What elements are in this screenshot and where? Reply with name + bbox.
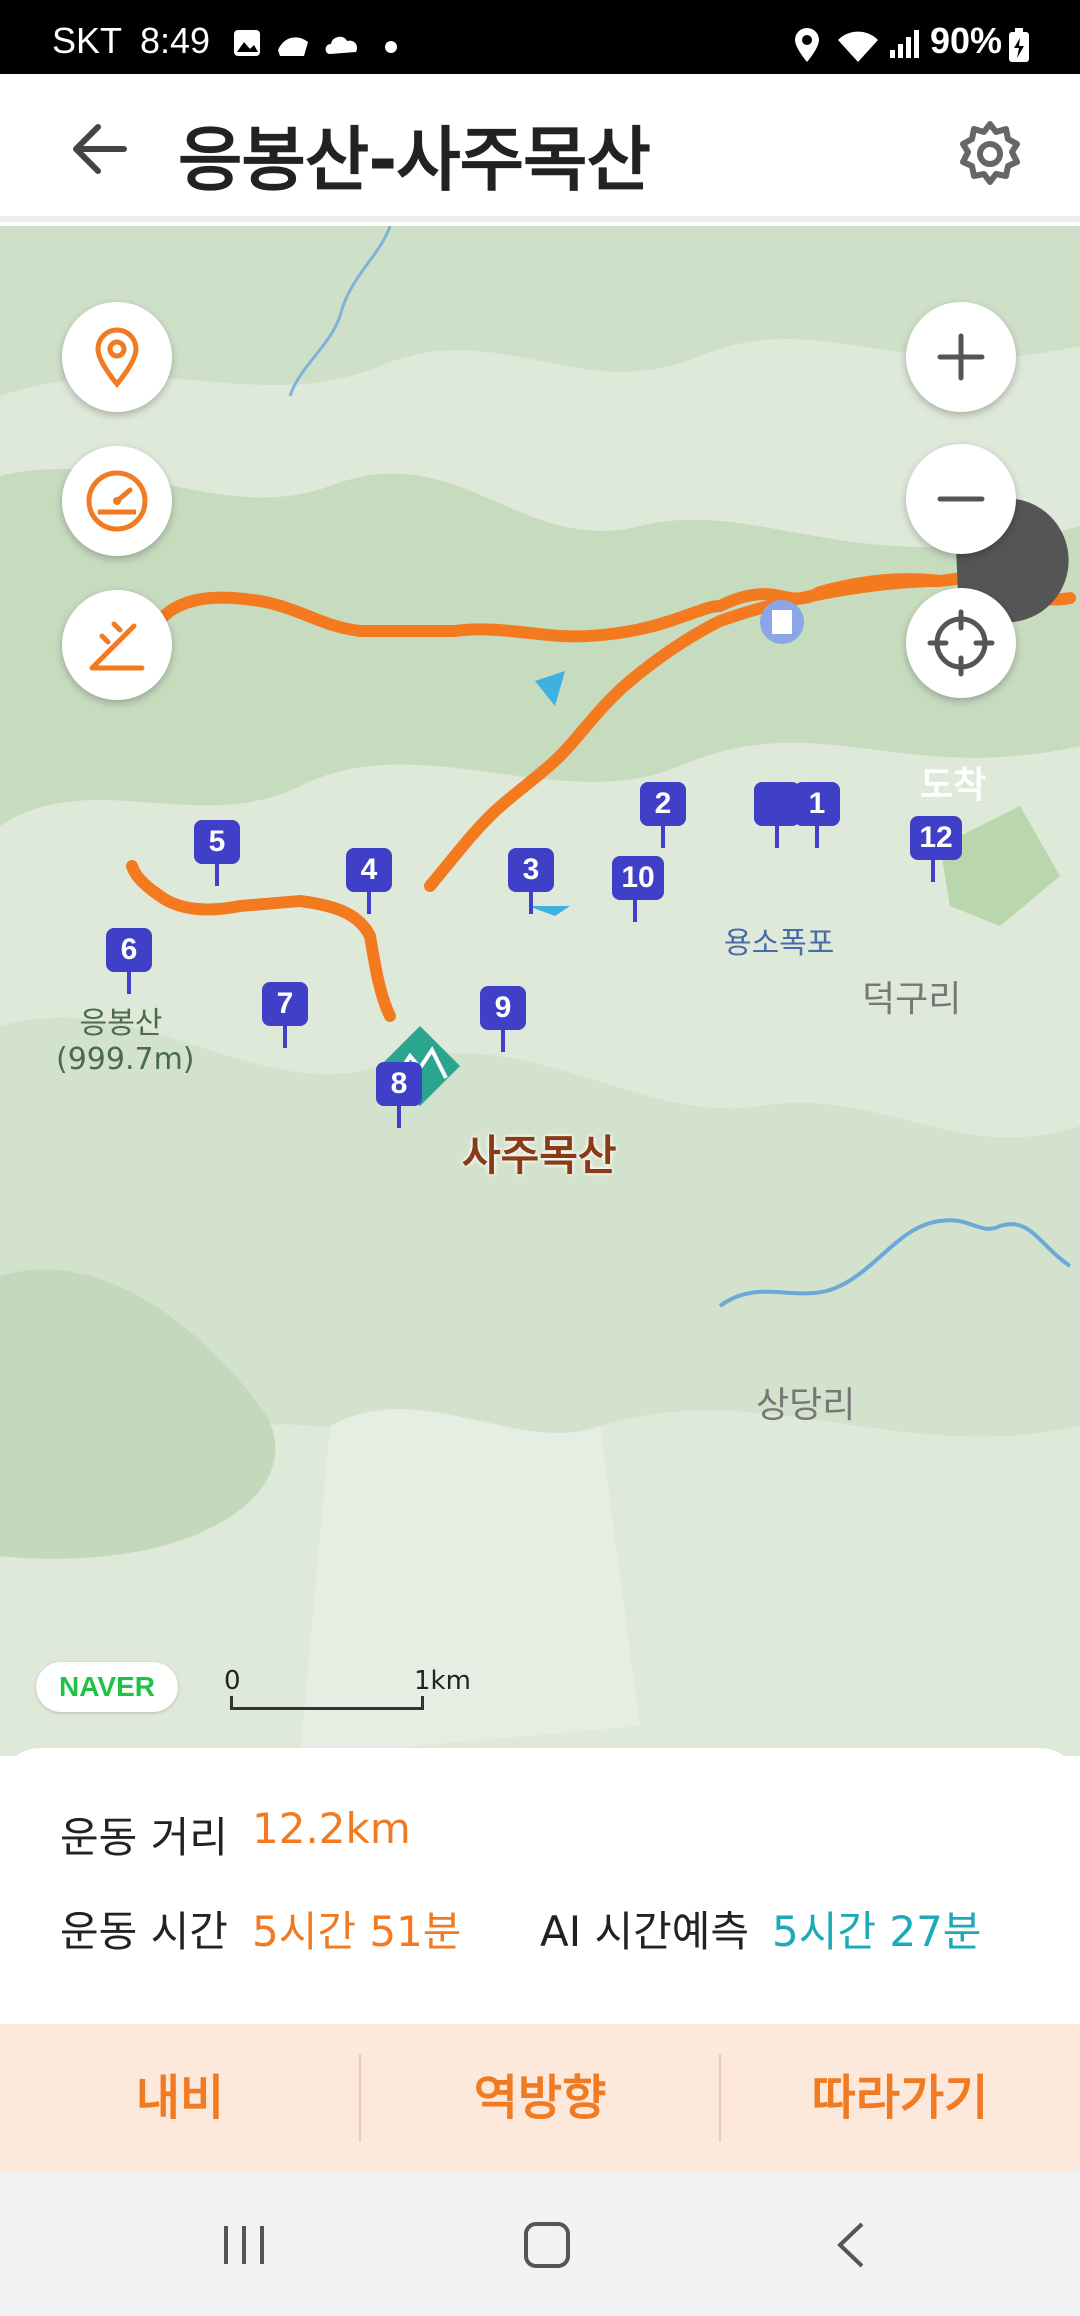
settings-button[interactable] (950, 114, 1030, 194)
time-label: 운동 시간 (60, 1907, 228, 1956)
home-icon (524, 2222, 570, 2268)
wifi-icon (838, 31, 878, 62)
battery-percent: 90% (930, 20, 1003, 61)
zoom-out-button[interactable] (906, 444, 1016, 554)
waypoint-marker[interactable]: 7 (262, 982, 308, 1048)
system-nav-bar (0, 2172, 1080, 2316)
signal-icon (890, 30, 919, 58)
waypoint-marker[interactable]: 10 (612, 856, 664, 922)
map-pin-icon (95, 327, 139, 388)
poi-label: 용소폭포 (724, 926, 835, 961)
dot-icon (385, 41, 397, 53)
distance-label: 운동 거리 (60, 1813, 228, 1862)
app-header: 응봉산-사주목산 (0, 74, 1080, 222)
reverse-button[interactable]: 역방향 (360, 2024, 720, 2172)
waypoint-marker[interactable]: 1 (794, 782, 840, 848)
clock: 8:49 (140, 20, 211, 61)
waypoint-marker[interactable]: 3 (508, 848, 554, 914)
elevation-button[interactable] (62, 590, 172, 700)
waypoint-marker[interactable]: 2 (640, 782, 686, 848)
recents-icon (224, 2226, 264, 2264)
gear-icon (960, 121, 1020, 185)
waypoint-marker[interactable]: 8 (376, 1062, 422, 1128)
follow-button[interactable]: 따라가기 (720, 2024, 1080, 2172)
place-label-sangdang: 상당리 (756, 1385, 856, 1426)
action-bar: 내비 역방향 따라가기 (0, 2024, 1080, 2172)
shoe-icon (278, 37, 308, 56)
back-button[interactable] (64, 114, 144, 184)
arrow-left-icon (73, 124, 127, 174)
ai-time-value: 5시간 27분 (772, 1907, 982, 1956)
scale-end: 1km (414, 1666, 471, 1696)
cloud-icon (325, 36, 357, 54)
system-back-button[interactable] (810, 2210, 890, 2280)
waypoint-marker[interactable]: 12 (910, 816, 962, 882)
home-button[interactable] (506, 2210, 586, 2280)
peak-label-big: 사주목산 (462, 1131, 617, 1180)
speedometer-button[interactable] (62, 446, 172, 556)
recents-button[interactable] (204, 2210, 284, 2280)
time-value: 5시간 51분 (252, 1907, 462, 1956)
peak-elevation: (999.7m) (56, 1042, 195, 1077)
ai-time-label: AI 시간예측 (540, 1907, 750, 1956)
place-label-dukgu: 덕구리 (862, 979, 962, 1020)
waypoint-marker[interactable]: 9 (480, 986, 526, 1052)
battery-icon (1009, 28, 1029, 62)
waypoint-marker[interactable]: 6 (106, 928, 152, 994)
carrier-label: SKT (52, 20, 123, 61)
navi-button[interactable]: 내비 (0, 2024, 360, 2172)
zoom-in-button[interactable] (906, 302, 1016, 412)
minus-icon (937, 496, 985, 502)
scale-start: 0 (224, 1666, 241, 1696)
scale-bar (230, 1696, 424, 1710)
naver-logo: NAVER (36, 1662, 178, 1712)
plus-icon (937, 333, 985, 381)
peak-name: 응봉산 (79, 1006, 163, 1041)
distance-value: 12.2km (252, 1804, 411, 1853)
page-title: 응봉산-사주목산 (178, 119, 651, 201)
speedometer-icon (86, 470, 148, 532)
waypoint-marker[interactable]: 4 (346, 848, 392, 914)
gallery-icon (234, 30, 260, 56)
location-status-icon (795, 28, 819, 62)
map-view[interactable]: 도착 덕구리 상당리 용소폭포 응봉산 (999.7m) 사주목산 1 2 3 … (0, 226, 1080, 1756)
status-bar: SKT 8:49 90% (0, 0, 1080, 74)
waypoint-marker[interactable]: 5 (194, 820, 240, 886)
slope-icon (89, 621, 145, 671)
arrive-label: 도착 (920, 765, 987, 806)
location-pin-button[interactable] (62, 302, 172, 412)
crosshair-icon (927, 609, 995, 677)
peak-label-small: 응봉산 (999.7m) (56, 1006, 195, 1078)
stats-sheet: 운동 거리 12.2km 운동 시간 5시간 51분 AI 시간예측 5시간 2… (0, 1748, 1080, 2024)
my-location-button[interactable] (906, 588, 1016, 698)
waypoint-marker-blank[interactable] (754, 782, 800, 848)
chevron-left-icon (837, 2222, 864, 2268)
